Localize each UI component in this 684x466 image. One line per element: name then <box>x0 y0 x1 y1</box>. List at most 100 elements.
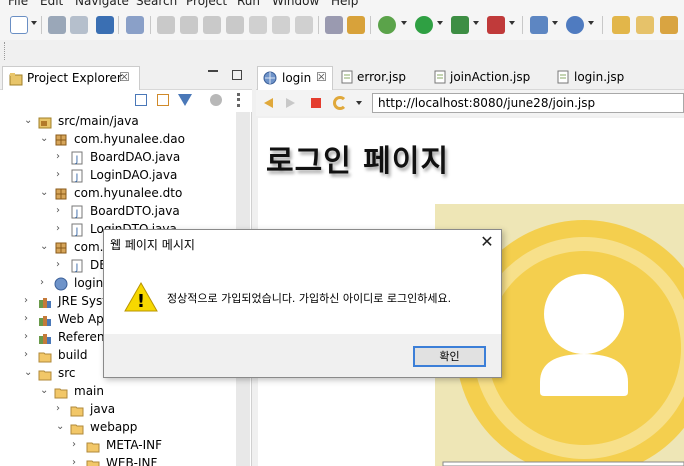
chevron-right-icon[interactable]: › <box>56 224 66 234</box>
menu-help[interactable]: Help <box>331 0 358 8</box>
suspend-icon[interactable] <box>180 16 198 34</box>
tab-label: joinAction.jsp <box>450 70 531 84</box>
tab-login-browser[interactable]: login ☒ <box>257 66 333 90</box>
chevron-right-icon[interactable]: › <box>56 170 66 180</box>
external-tools-icon[interactable] <box>487 16 505 34</box>
project-explorer-toolbar <box>0 90 252 112</box>
step-into-icon[interactable] <box>249 16 267 34</box>
project-explorer-tab[interactable]: Project Explorer ☒ <box>2 66 140 90</box>
tree-item-label: src <box>58 366 76 380</box>
menu-navigate[interactable]: Navigate <box>75 0 129 8</box>
java-file-icon: J <box>71 169 83 183</box>
resume-icon[interactable] <box>157 16 175 34</box>
tree-item-label: com. <box>74 240 104 254</box>
java-file-icon: J <box>71 259 83 273</box>
refresh-icon[interactable] <box>333 96 347 110</box>
stop-icon[interactable] <box>311 98 321 108</box>
menu-run[interactable]: Run <box>237 0 260 8</box>
java-file-icon: J <box>71 151 83 165</box>
maximize-icon[interactable] <box>232 70 242 80</box>
close-icon[interactable]: ✕ <box>478 233 496 251</box>
chevron-right-icon[interactable]: › <box>72 458 82 466</box>
chevron-right-icon[interactable]: › <box>72 440 82 450</box>
run-icon[interactable] <box>415 16 433 34</box>
debug-icon[interactable] <box>378 16 396 34</box>
menu-edit[interactable]: Edit <box>40 0 63 8</box>
save-all-icon[interactable] <box>70 16 88 34</box>
chevron-right-icon[interactable]: › <box>24 350 34 360</box>
tree-item-label: META-INF <box>106 438 163 452</box>
folder-icon <box>86 442 100 453</box>
open-type-icon[interactable] <box>612 16 630 34</box>
chevron-right-icon[interactable]: › <box>56 206 66 216</box>
close-icon[interactable]: ☒ <box>119 70 130 84</box>
chevron-right-icon[interactable]: › <box>40 278 50 288</box>
coverage-icon[interactable] <box>451 16 469 34</box>
chevron-down-icon[interactable]: ⌄ <box>40 386 50 396</box>
chevron-down-icon[interactable]: ⌄ <box>40 242 50 252</box>
chevron-right-icon[interactable]: › <box>56 404 66 414</box>
chevron-down-icon[interactable]: ⌄ <box>56 422 66 432</box>
forward-icon[interactable] <box>286 98 295 108</box>
java-file-icon: J <box>71 205 83 219</box>
menu-window[interactable]: Window <box>272 0 319 8</box>
chevron-right-icon[interactable]: › <box>56 152 66 162</box>
jsp-file-icon <box>557 70 569 84</box>
collapse-all-icon[interactable] <box>135 94 147 106</box>
skip-breakpoints-icon[interactable] <box>126 16 144 34</box>
drop-frame-icon[interactable] <box>325 16 343 34</box>
tree-item-label: BoardDTO.java <box>90 204 180 218</box>
package-icon <box>55 188 67 200</box>
chevron-down-icon[interactable]: ⌄ <box>24 368 34 378</box>
folder-icon <box>38 370 52 381</box>
chevron-down-icon[interactable]: ⌄ <box>40 188 50 198</box>
menu-project[interactable]: Project <box>186 0 227 8</box>
dialog-title: 웹 페이지 메시지 <box>110 238 195 252</box>
tab-login-jsp[interactable]: login.jsp <box>557 66 657 90</box>
ok-button[interactable]: 확인 <box>413 346 486 367</box>
tree-item-label: WEB-INF <box>106 456 158 466</box>
chevron-right-icon[interactable]: › <box>56 260 66 270</box>
terminate-icon[interactable] <box>203 16 221 34</box>
chevron-right-icon[interactable]: › <box>24 296 34 306</box>
working-sets-icon[interactable] <box>210 94 222 106</box>
folder-icon <box>38 352 52 363</box>
package-icon <box>55 134 67 146</box>
step-return-icon[interactable] <box>295 16 313 34</box>
library-icon <box>39 334 51 344</box>
console-icon[interactable] <box>96 16 114 34</box>
back-icon[interactable] <box>264 98 273 108</box>
globe-icon <box>263 71 277 85</box>
menu-search[interactable]: Search <box>136 0 177 8</box>
open-task-icon[interactable] <box>636 16 654 34</box>
toolbar-spacer <box>0 40 684 62</box>
view-menu-icon[interactable] <box>237 93 240 107</box>
svg-text:J: J <box>75 227 79 237</box>
save-icon[interactable] <box>48 16 66 34</box>
search-icon[interactable] <box>660 16 678 34</box>
library-icon <box>39 316 51 326</box>
minimize-icon[interactable] <box>208 70 218 72</box>
chevron-down-icon[interactable]: ⌄ <box>40 134 50 144</box>
close-icon[interactable]: ☒ <box>316 70 327 84</box>
chevron-down-icon[interactable]: ⌄ <box>24 116 34 126</box>
new-class-icon[interactable] <box>566 16 584 34</box>
tree-item-label: BoardDAO.java <box>90 150 181 164</box>
tab-error-jsp[interactable]: error.jsp <box>338 66 428 90</box>
filter-icon[interactable] <box>178 94 192 106</box>
new-icon[interactable] <box>10 16 28 34</box>
disconnect-icon[interactable] <box>226 16 244 34</box>
tab-joinaction-jsp[interactable]: joinAction.jsp <box>434 66 554 90</box>
step-over-icon[interactable] <box>272 16 290 34</box>
menu-file[interactable]: File <box>8 0 28 8</box>
use-step-filters-icon[interactable] <box>347 16 365 34</box>
tree-item-label: src/main/java <box>58 114 139 128</box>
jsp-file-icon <box>54 277 68 291</box>
folder-icon <box>54 388 68 399</box>
url-input[interactable]: http://localhost:8080/june28/join.jsp <box>372 93 684 113</box>
link-with-editor-icon[interactable] <box>157 94 169 106</box>
main-toolbar <box>0 12 684 40</box>
chevron-right-icon[interactable]: › <box>24 332 34 342</box>
new-server-icon[interactable] <box>530 16 548 34</box>
chevron-right-icon[interactable]: › <box>24 314 34 324</box>
